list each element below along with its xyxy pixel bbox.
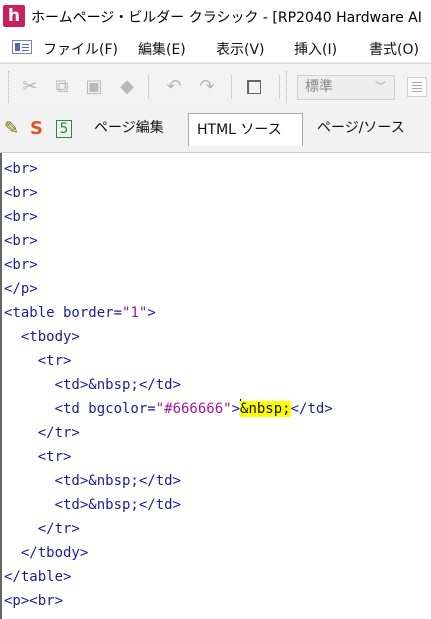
style-select[interactable]: 標準 ﹀	[297, 75, 395, 100]
code-line: <tr>	[4, 353, 72, 369]
toolbar: ✂ ⧉ ▣ ◆ ↶ ↷ ⧠ 標準 ﹀	[0, 63, 431, 110]
tab-bar: ✎ S 5 ページ編集 HTML ソース ページ/ソース	[0, 109, 431, 153]
chevron-down-icon: ﹀	[375, 80, 386, 93]
tab-page-edit[interactable]: ページ編集	[94, 114, 164, 142]
code-line: </tbody>	[4, 545, 89, 561]
menu-file[interactable]: ファイル(F)	[43, 39, 118, 59]
tab-html-source[interactable]: HTML ソース	[188, 113, 303, 146]
code-line-selected: <td bgcolor="#666666">&nbsp;</td>	[4, 399, 333, 417]
code-line: <br>	[4, 257, 38, 273]
cut-icon[interactable]: ✂	[19, 76, 41, 98]
code-line: <br>	[4, 185, 38, 201]
toolbar-separator	[148, 75, 149, 99]
align-icon[interactable]	[407, 77, 427, 97]
code-line: <td>&nbsp;</td>	[4, 377, 182, 393]
code-line: </table>	[4, 569, 72, 585]
code-line: <tr>	[4, 449, 72, 465]
menu-format[interactable]: 書式(O)	[369, 39, 419, 59]
source-editor[interactable]: <br> <br> <br> <br> <br> </p> <table bor…	[0, 153, 431, 619]
code-line: <tbody>	[4, 329, 80, 345]
toolbar-separator	[231, 75, 232, 99]
code-line: </tr>	[4, 521, 80, 537]
toolbar-grip[interactable]	[8, 71, 12, 103]
toolbar-grip[interactable]	[286, 71, 290, 103]
s-icon[interactable]: S	[30, 119, 43, 139]
code-line: <table border="1">	[4, 305, 156, 321]
code-line: <br>	[4, 161, 38, 177]
code-line: <td>&nbsp;</td>	[4, 473, 182, 489]
menu-edit[interactable]: 編集(E)	[138, 39, 186, 59]
title-bar: h ホームページ・ビルダー クラシック - [RP2040 Hardware A…	[0, 0, 431, 32]
toolbar-separator	[279, 75, 280, 99]
menu-bar: ファイル(F) 編集(E) 表示(V) 挿入(I) 書式(O)	[0, 34, 431, 63]
pen-icon[interactable]: ✎	[4, 119, 19, 139]
code-line: </p>	[4, 281, 38, 297]
eraser-icon[interactable]: ◆	[116, 76, 138, 98]
paste-icon[interactable]: ▣	[83, 76, 105, 98]
menu-insert[interactable]: 挿入(I)	[294, 39, 337, 59]
code-line: <td>&nbsp;</td>	[4, 497, 182, 513]
undo-icon[interactable]: ↶	[163, 76, 185, 98]
style-select-value: 標準	[305, 79, 333, 95]
code-line: <br>	[4, 233, 38, 249]
app-logo-icon: h	[3, 5, 25, 27]
frame-icon[interactable]: ⧠	[243, 76, 265, 98]
window-title: ホームページ・ビルダー クラシック - [RP2040 Hardware AI	[31, 10, 422, 26]
code-line: <br>	[4, 209, 38, 225]
selected-entity: &nbsp;	[240, 401, 291, 417]
code-line: <p><br>	[4, 593, 64, 609]
tab-page-source[interactable]: ページ/ソース	[317, 114, 405, 142]
view-icon[interactable]	[12, 40, 32, 54]
menu-view[interactable]: 表示(V)	[216, 39, 265, 59]
copy-icon[interactable]: ⧉	[51, 76, 73, 98]
document-icon[interactable]: 5	[56, 120, 72, 138]
redo-icon[interactable]: ↷	[196, 76, 218, 98]
code-line: </tr>	[4, 425, 80, 441]
